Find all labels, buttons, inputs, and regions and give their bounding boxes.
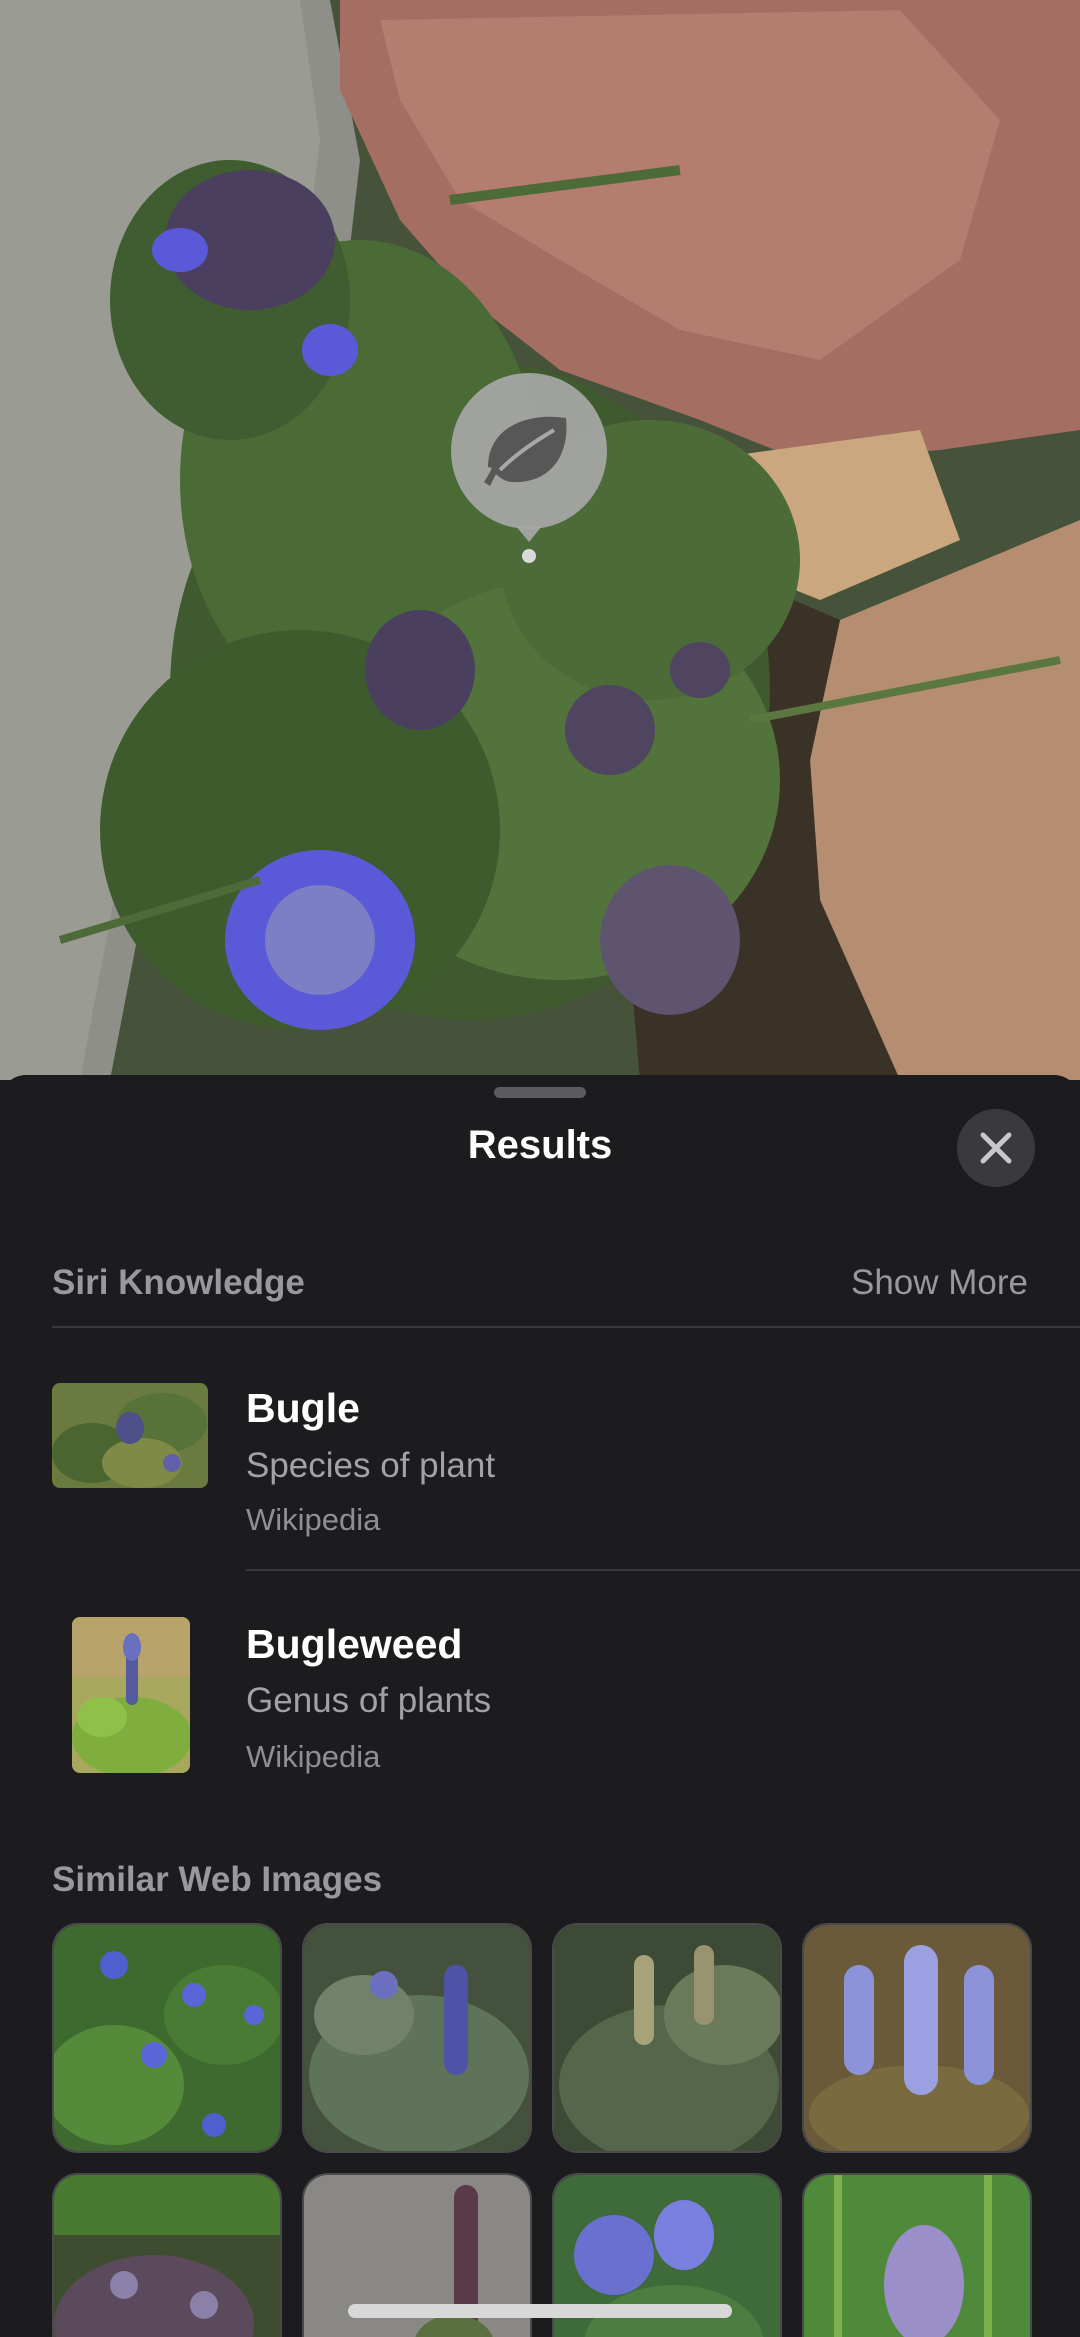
similar-image[interactable]	[802, 2173, 1032, 2337]
similar-images-title: Similar Web Images	[52, 1860, 383, 1899]
photo-view[interactable]	[0, 0, 1080, 1080]
leaf-icon[interactable]	[450, 372, 608, 564]
similar-image[interactable]	[52, 1923, 282, 2153]
divider	[52, 1326, 1080, 1328]
similar-image[interactable]	[302, 1923, 532, 2153]
close-button[interactable]	[957, 1109, 1035, 1187]
result-title: Bugle	[246, 1385, 360, 1431]
siri-knowledge-title: Siri Knowledge	[52, 1263, 305, 1302]
similar-images-header: Similar Web Images	[52, 1860, 1028, 1900]
result-subtitle: Species of plant	[246, 1446, 496, 1485]
result-subtitle: Genus of plants	[246, 1681, 492, 1720]
sheet-grabber[interactable]	[494, 1087, 586, 1098]
result-row-bugleweed[interactable]: Bugleweed Genus of plants Wikipedia	[0, 1589, 1080, 1779]
result-source: Wikipedia	[246, 1739, 381, 1774]
close-icon	[980, 1132, 1012, 1164]
results-sheet: Results Siri Knowledge Show More Bugle S…	[0, 1075, 1080, 2337]
bugle-thumbnail	[52, 1383, 208, 1488]
siri-knowledge-header: Siri Knowledge Show More	[52, 1263, 1028, 1303]
similar-image[interactable]	[52, 2173, 282, 2337]
bugleweed-thumbnail	[72, 1617, 190, 1773]
show-more-button[interactable]: Show More	[851, 1263, 1028, 1303]
result-row-bugle[interactable]: Bugle Species of plant Wikipedia	[0, 1343, 1080, 1537]
result-title: Bugleweed	[246, 1621, 463, 1667]
divider	[246, 1569, 1080, 1571]
sheet-title: Results	[467, 1123, 613, 1167]
similar-image[interactable]	[802, 1923, 1032, 2153]
home-indicator[interactable]	[348, 2304, 732, 2318]
similar-image[interactable]	[552, 1923, 782, 2153]
result-source: Wikipedia	[246, 1502, 381, 1537]
